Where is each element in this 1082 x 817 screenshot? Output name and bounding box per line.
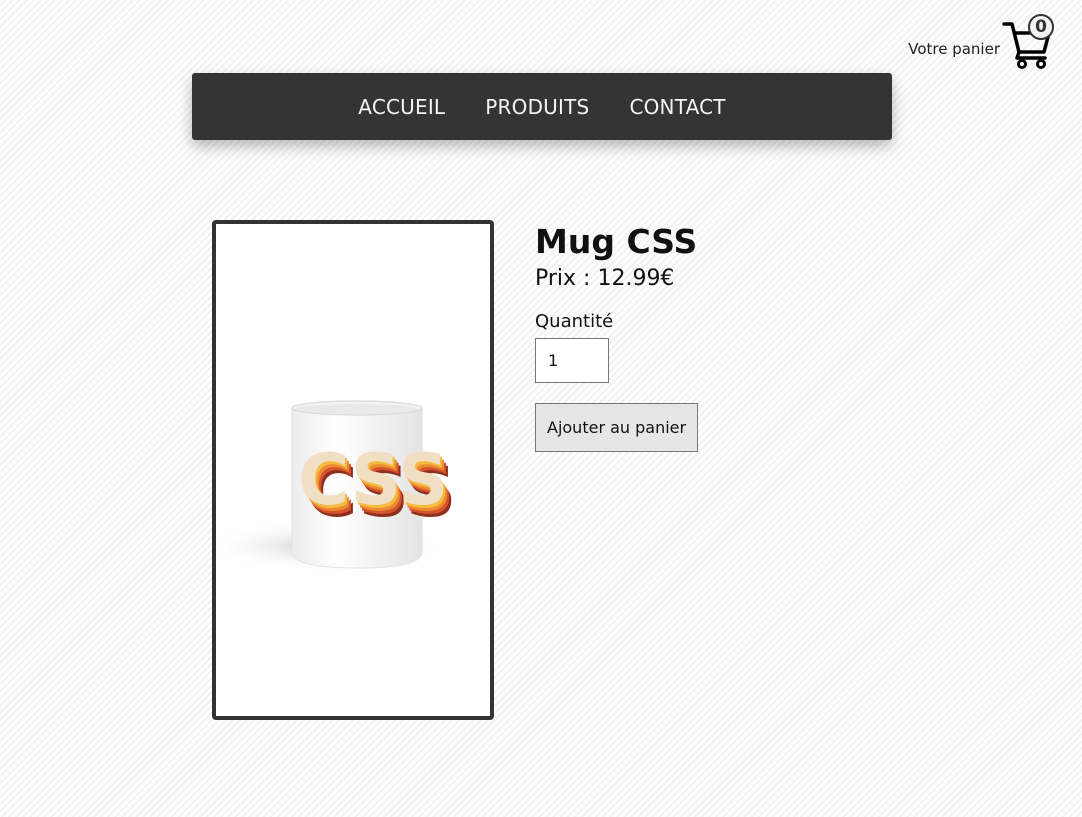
nav-link-produits[interactable]: PRODUITS	[485, 95, 589, 119]
main-navbar: ACCUEIL PRODUITS CONTACT	[192, 73, 892, 140]
cart-count-badge: 0	[1028, 14, 1054, 40]
nav-link-contact[interactable]: CONTACT	[629, 95, 725, 119]
svg-text:CSS: CSS	[298, 439, 448, 521]
cart-widget[interactable]: Votre panier 0	[908, 12, 1056, 70]
cart-icon-wrapper[interactable]: 0	[1002, 12, 1056, 70]
product-title: Mug CSS	[535, 222, 698, 261]
product-price: Prix : 12.99€	[535, 266, 675, 291]
quantity-input[interactable]	[535, 338, 609, 383]
product-info: Mug CSS Prix : 12.99€ Quantité Ajouter a…	[535, 222, 699, 452]
mug-logo: CSS CSS CSS CSS CSS	[298, 439, 456, 533]
nav-link-accueil[interactable]: ACCUEIL	[358, 95, 445, 119]
css-mug-image: CSS CSS CSS CSS CSS	[216, 400, 458, 572]
quantity-label: Quantité	[535, 311, 614, 332]
product-image-frame: CSS CSS CSS CSS CSS	[212, 220, 494, 720]
cart-label[interactable]: Votre panier	[908, 40, 1000, 58]
add-to-cart-button[interactable]: Ajouter au panier	[535, 403, 699, 452]
